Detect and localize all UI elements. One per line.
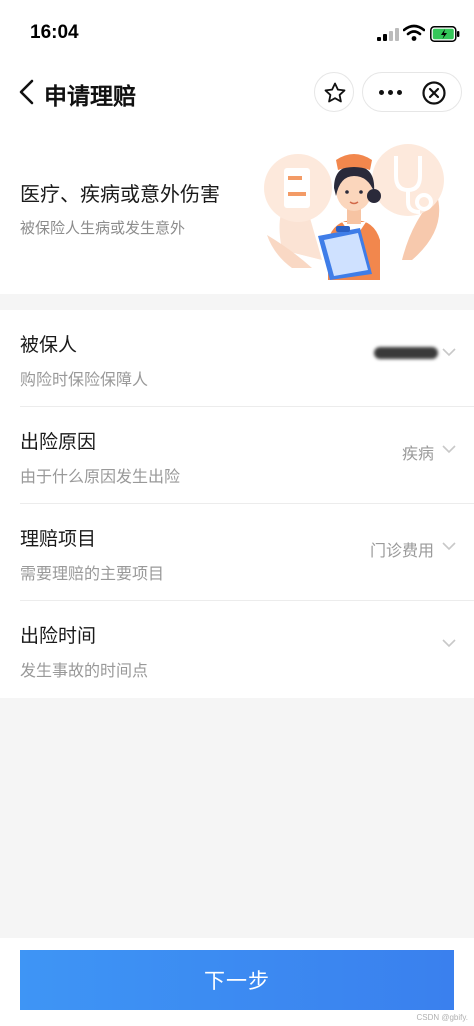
status-time: 16:04 bbox=[30, 22, 79, 43]
claim-form: 被保人 购险时保险保障人 出险原因 由于什么原因发生出险 疾病 理赔项目 需要理… bbox=[0, 310, 474, 698]
incident-time-row[interactable]: 出险时间 发生事故的时间点 bbox=[0, 601, 474, 698]
insured-person-row[interactable]: 被保人 购险时保险保障人 bbox=[0, 310, 474, 407]
chevron-down-icon bbox=[442, 639, 456, 648]
claim-item-row[interactable]: 理赔项目 需要理赔的主要项目 门诊费用 bbox=[0, 504, 474, 601]
next-step-button[interactable]: 下一步 bbox=[20, 950, 454, 1010]
nav-bar: 申请理赔 bbox=[0, 68, 474, 118]
chevron-down-icon bbox=[442, 445, 456, 454]
redacted-value bbox=[374, 347, 438, 359]
more-icon[interactable] bbox=[363, 73, 415, 111]
page-title: 申请理赔 bbox=[44, 84, 136, 110]
wifi-icon bbox=[403, 24, 425, 41]
signal-icon bbox=[377, 27, 399, 41]
row-label: 出险原因 bbox=[20, 431, 97, 453]
row-label: 理赔项目 bbox=[20, 528, 97, 550]
row-hint: 购险时保险保障人 bbox=[20, 370, 149, 389]
row-label: 被保人 bbox=[20, 334, 78, 356]
claim-type-banner: 医疗、疾病或意外伤害 被保险人生病或发生意外 bbox=[0, 118, 474, 294]
section-divider bbox=[0, 294, 474, 310]
star-icon bbox=[324, 82, 346, 103]
status-bar: 16:04 bbox=[0, 0, 474, 68]
row-hint: 由于什么原因发生出险 bbox=[20, 467, 181, 486]
battery-icon bbox=[430, 26, 460, 42]
claim-reason-row[interactable]: 出险原因 由于什么原因发生出险 疾病 bbox=[0, 407, 474, 504]
close-icon[interactable] bbox=[421, 80, 447, 106]
back-icon[interactable] bbox=[16, 78, 38, 106]
watermark: CSDN @gbify. bbox=[416, 1013, 468, 1022]
capsule-menu bbox=[362, 72, 462, 112]
chevron-down-icon bbox=[442, 542, 456, 551]
footer: 下一步 CSDN @gbify. bbox=[0, 938, 474, 1026]
row-value: 门诊费用 bbox=[369, 541, 434, 560]
row-value: 疾病 bbox=[401, 444, 434, 463]
banner-subtitle: 被保险人生病或发生意外 bbox=[20, 219, 186, 237]
row-label: 出险时间 bbox=[20, 625, 97, 647]
favorite-button[interactable] bbox=[314, 72, 354, 112]
nurse-illustration-icon bbox=[264, 144, 444, 280]
row-hint: 需要理赔的主要项目 bbox=[20, 564, 165, 583]
banner-title: 医疗、疾病或意外伤害 bbox=[20, 182, 220, 206]
chevron-down-icon bbox=[442, 348, 456, 357]
row-hint: 发生事故的时间点 bbox=[20, 661, 149, 680]
